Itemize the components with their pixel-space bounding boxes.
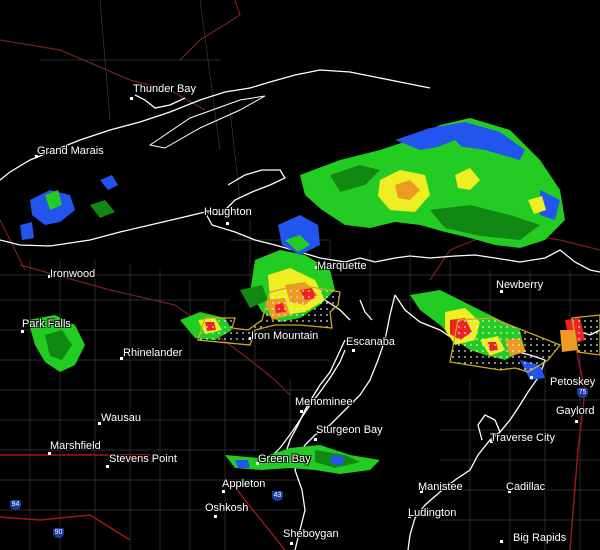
interstate-shield-icon: 75 [577,388,588,398]
city-dot [352,349,355,352]
city-marshfield: Marshfield [50,440,101,452]
city-wausau: Wausau [101,412,141,424]
city-dot [21,330,24,333]
city-iron-mountain: Iron Mountain [251,330,319,342]
city-sheboygan: Sheboygan [283,528,339,540]
city-dot [106,465,109,468]
interstate-shield-icon: 90 [53,528,64,538]
city-dot [530,376,533,379]
city-thunder-bay: Thunder Bay [133,83,196,95]
city-grand-marais: Grand Marais [37,145,104,157]
city-rhinelander: Rhinelander [123,347,183,359]
city-ludington: Ludington [408,507,457,519]
city-dot [226,222,229,225]
city-escanaba: Escanaba [346,336,395,348]
city-petoskey: Petoskey [550,376,596,388]
city-dot [130,97,133,100]
city-oshkosh: Oshkosh [205,502,249,514]
city-dot [222,490,225,493]
city-manistee: Manistee [418,481,463,493]
city-dot [314,438,317,441]
city-dot [214,515,217,518]
city-ironwood: Ironwood [50,268,96,280]
city-dot [48,452,51,455]
city-gaylord: Gaylord [556,405,595,417]
city-houghton: Houghton [204,206,252,218]
city-green-bay: Green Bay [258,453,311,465]
city-traverse-city: Traverse City [490,432,555,444]
city-big-rapids: Big Rapids [513,532,567,544]
city-dot [290,542,293,545]
city-dot [500,540,503,543]
city-appleton: Appleton [222,478,266,490]
city-menominee: Menominee [295,396,353,408]
city-dot [300,410,303,413]
city-newberry: Newberry [496,279,544,291]
interstate-shield-icon: 43 [272,491,283,501]
city-stevens-point: Stevens Point [109,453,177,465]
city-park-falls: Park Falls [22,318,71,330]
isle-royale [148,95,266,149]
city-marquette: Marquette [317,260,367,272]
city-cadillac: Cadillac [506,481,546,493]
radar-map: Thunder Bay Grand Marais Houghton Marque… [0,0,600,550]
city-sturgeon-bay: Sturgeon Bay [316,424,383,436]
city-dot [575,420,578,423]
interstate-shield-icon: 94 [10,500,21,510]
